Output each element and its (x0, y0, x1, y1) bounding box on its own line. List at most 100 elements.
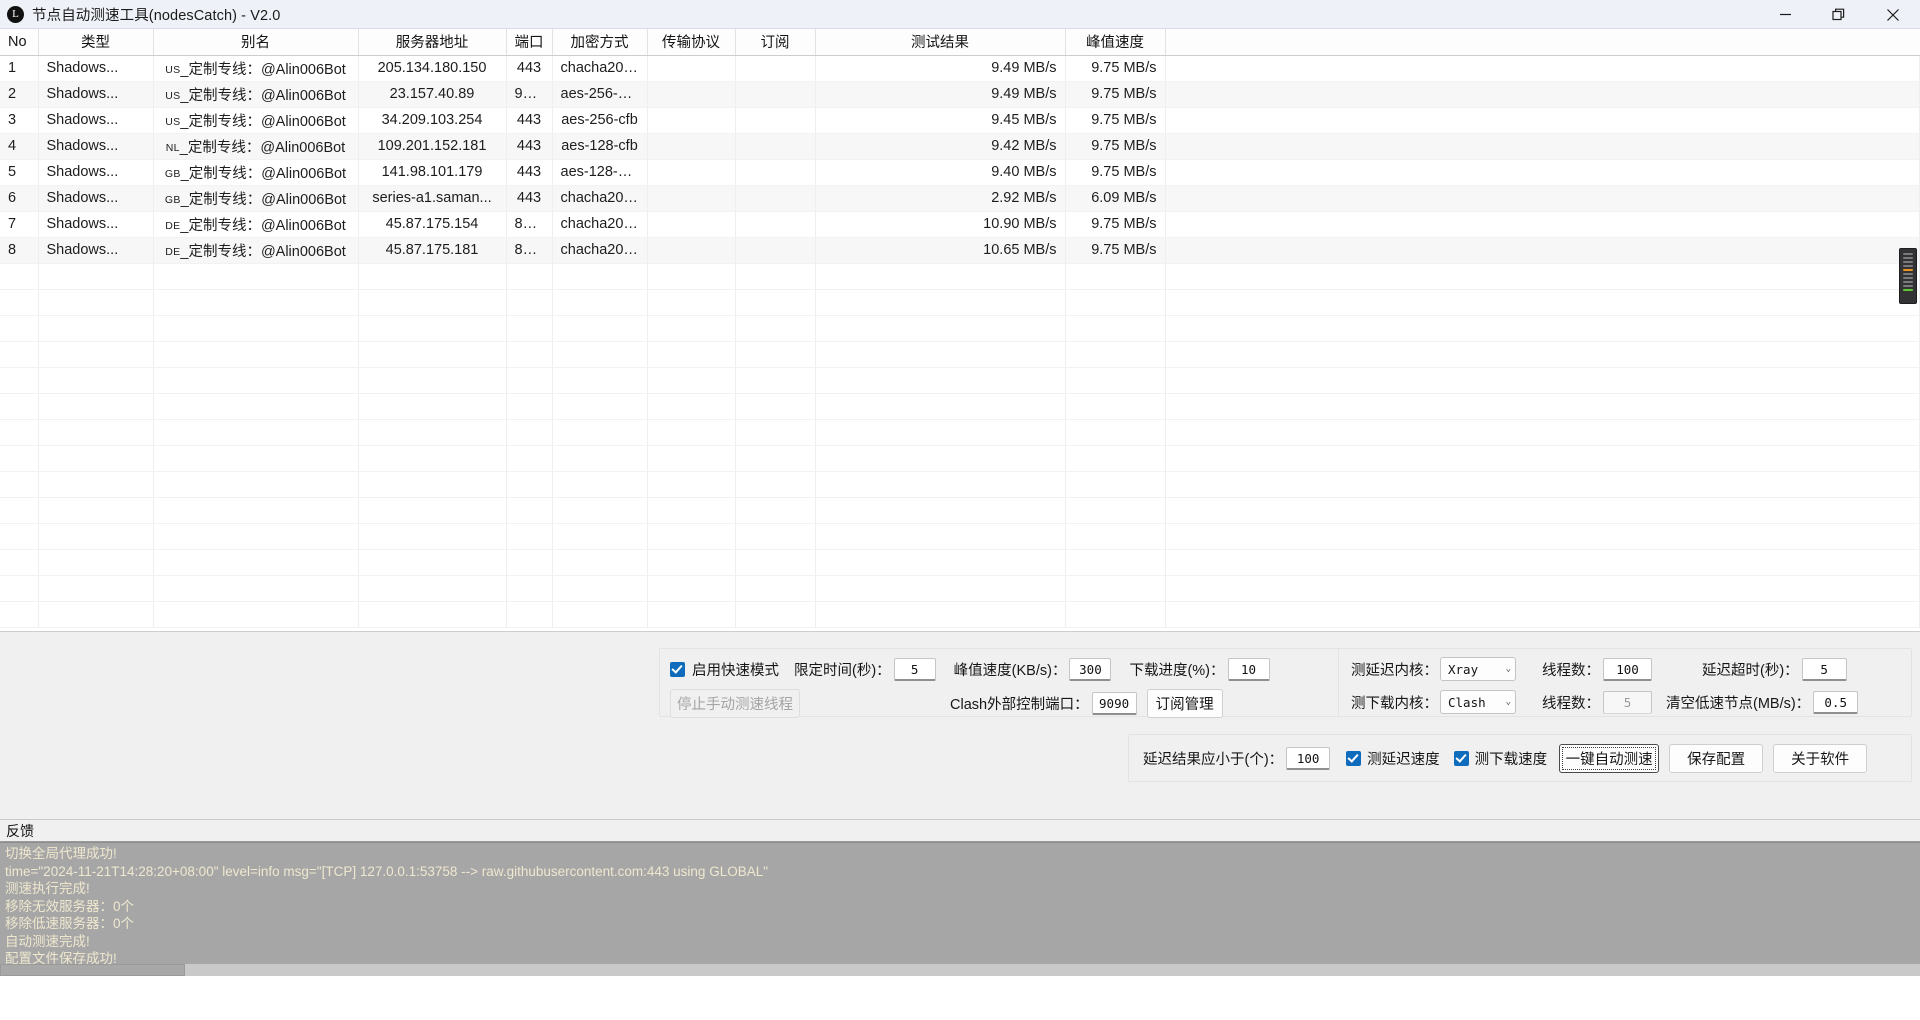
core-settings-group: 测延迟内核： Xray ⌄ 线程数： 100 延迟超时(秒)： 5 测下载内核：… (1338, 648, 1912, 717)
auto-speed-test-button[interactable]: 一键自动测速 (1559, 744, 1660, 773)
peak-speed-label: 峰值速度(KB/s)： (953, 663, 1067, 679)
download-progress-input[interactable]: 10 (1227, 658, 1270, 681)
latency-less-than-label: 延迟结果应小于(个)： (1143, 752, 1284, 768)
cell-empty (1065, 289, 1166, 316)
cell-empty (735, 263, 816, 290)
column-header-subscription[interactable]: 订阅 (735, 29, 816, 56)
column-header-type[interactable]: 类型 (38, 29, 154, 56)
table-row[interactable]: 2 Shadows... US_定制专线：@Alin006Bot 23.157.40.… (0, 81, 1920, 108)
cell-empty (552, 601, 648, 628)
enable-fast-mode-checkbox[interactable] (670, 662, 685, 677)
limit-time-input[interactable]: 5 (893, 658, 936, 681)
column-header-address[interactable]: 服务器地址 (358, 29, 507, 56)
table-row[interactable]: 5 Shadows... GB_定制专线：@Alin006Bot 141.98.101… (0, 159, 1920, 186)
clear-slow-nodes-input[interactable]: 0.5 (1813, 690, 1859, 714)
cell-empty (153, 367, 359, 394)
table-row[interactable]: 3 Shadows... US_定制专线：@Alin006Bot 34.209.103… (0, 107, 1920, 134)
nodes-table-container[interactable]: No 类型 别名 服务器地址 端口 加密方式 传输协议 订阅 测试结果 峰值速度… (0, 29, 1920, 632)
column-header-no[interactable]: No (0, 29, 39, 56)
restore-icon[interactable] (1812, 0, 1866, 29)
cell-spacer (1165, 55, 1920, 82)
column-header-test-result[interactable]: 测试结果 (815, 29, 1066, 56)
cell-empty (647, 445, 736, 472)
download-threads-input[interactable]: 5 (1603, 690, 1652, 714)
latency-timeout-input[interactable]: 5 (1801, 657, 1847, 681)
cell-spacer (1165, 107, 1920, 134)
feedback-horizontal-scrollbar[interactable] (0, 964, 1920, 976)
cell-test-result: 2.92 MB/s (815, 185, 1066, 212)
test-download-checkbox[interactable] (1453, 751, 1469, 766)
feedback-log-panel[interactable]: 切换全局代理成功! time="2024-11-21T14:28:20+08:00… (0, 842, 1920, 976)
stop-manual-test-button[interactable]: 停止手动测速线程 (670, 689, 800, 718)
cell-subscription (735, 185, 816, 212)
table-row[interactable]: 4 Shadows... NL_定制专线：@Alin006Bot 109.201.15… (0, 133, 1920, 160)
cell-empty (647, 393, 736, 420)
column-header-alias[interactable]: 别名 (153, 29, 359, 56)
column-header-encryption[interactable]: 加密方式 (552, 29, 648, 56)
cell-encryption: chacha20-ie... (552, 211, 648, 238)
cell-subscription (735, 211, 816, 238)
cell-empty (358, 341, 507, 368)
table-body: 1 Shadows... US_定制专线：@Alin006Bot 205.134.18… (0, 55, 1920, 628)
cell-empty (358, 575, 507, 602)
cell-empty (1165, 523, 1920, 550)
cell-port: 8080 (506, 237, 553, 264)
cell-empty (735, 497, 816, 524)
cell-empty (358, 445, 507, 472)
subscription-manage-button[interactable]: 订阅管理 (1146, 689, 1223, 718)
table-empty-row (0, 445, 1920, 472)
cell-empty (506, 419, 553, 446)
minimize-icon[interactable] (1758, 0, 1812, 29)
close-icon[interactable] (1866, 0, 1920, 29)
clash-port-input[interactable]: 9090 (1091, 692, 1137, 715)
cell-subscription (735, 107, 816, 134)
cell-empty (647, 497, 736, 524)
cell-encryption: chacha20-ie... (552, 185, 648, 212)
table-row[interactable]: 7 Shadows... DE_定制专线：@Alin006Bot 45.87.175.… (0, 211, 1920, 238)
cell-empty (1165, 497, 1920, 524)
cell-empty (153, 601, 359, 628)
latency-timeout-label: 延迟超时(秒)： (1702, 662, 1799, 679)
column-header-peak-speed[interactable]: 峰值速度 (1065, 29, 1166, 56)
cell-test-result: 9.42 MB/s (815, 133, 1066, 160)
cell-empty (1065, 419, 1166, 446)
cell-empty (1065, 445, 1166, 472)
scrollbar-thumb[interactable] (0, 964, 185, 976)
download-core-select[interactable]: Clash ⌄ (1440, 690, 1516, 714)
download-progress-label: 下载进度(%)： (1129, 663, 1225, 679)
scroll-minimap-indicator[interactable] (1899, 248, 1917, 304)
feedback-log-line: 移除低速服务器：0个 (5, 916, 135, 931)
cell-peak-speed: 9.75 MB/s (1065, 211, 1166, 238)
cell-empty (815, 471, 1066, 498)
cell-address: 34.209.103.254 (358, 107, 507, 134)
cell-spacer (1165, 81, 1920, 108)
column-header-port[interactable]: 端口 (506, 29, 553, 56)
cell-test-result: 9.49 MB/s (815, 55, 1066, 82)
save-config-button[interactable]: 保存配置 (1669, 744, 1764, 773)
cell-empty (552, 549, 648, 576)
cell-empty (1065, 341, 1166, 368)
cell-empty (735, 601, 816, 628)
cell-alias: US_定制专线：@Alin006Bot (153, 107, 359, 134)
chevron-down-icon: ⌄ (1505, 697, 1511, 707)
table-row[interactable]: 6 Shadows... GB_定制专线：@Alin006Bot series-a1.… (0, 185, 1920, 212)
cell-empty (552, 497, 648, 524)
cell-empty (552, 315, 648, 342)
cell-peak-speed: 9.75 MB/s (1065, 237, 1166, 264)
cell-empty (506, 315, 553, 342)
cell-empty (0, 549, 39, 576)
cell-test-result: 10.65 MB/s (815, 237, 1066, 264)
table-row[interactable]: 8 Shadows... DE_定制专线：@Alin006Bot 45.87.175.… (0, 237, 1920, 264)
column-header-protocol[interactable]: 传输协议 (647, 29, 736, 56)
latency-core-select[interactable]: Xray ⌄ (1440, 657, 1516, 681)
about-software-button[interactable]: 关于软件 (1773, 744, 1868, 773)
latency-less-than-input[interactable]: 100 (1286, 747, 1331, 770)
cell-encryption: chacha20-ie... (552, 55, 648, 82)
cell-empty (38, 523, 154, 550)
test-latency-checkbox[interactable] (1346, 751, 1362, 766)
cell-empty (815, 393, 1066, 420)
peak-speed-input[interactable]: 300 (1069, 658, 1112, 681)
latency-threads-input[interactable]: 100 (1603, 657, 1652, 681)
table-row[interactable]: 1 Shadows... US_定制专线：@Alin006Bot 205.134.18… (0, 55, 1920, 82)
table-empty-row (0, 341, 1920, 368)
